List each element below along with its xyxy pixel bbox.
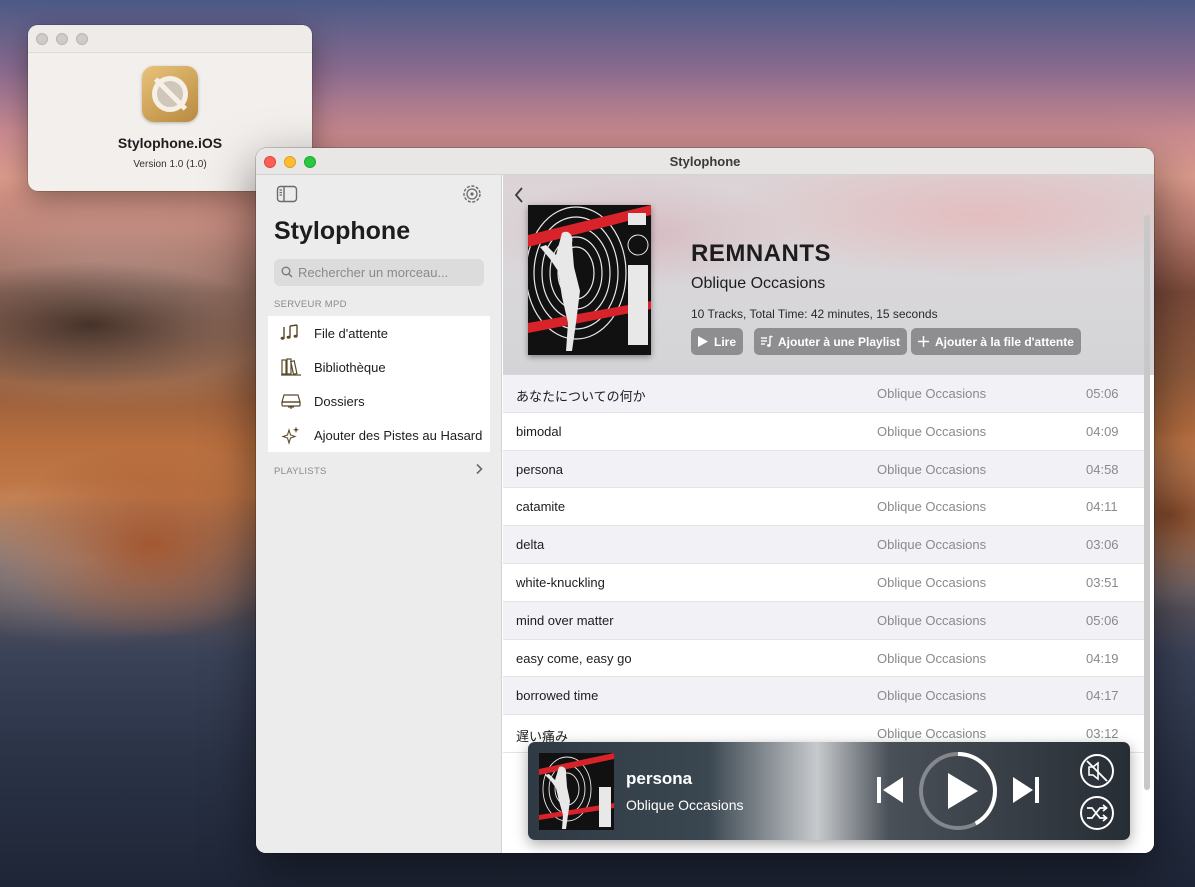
track-row[interactable]: borrowed time Oblique Occasions 04:17 (503, 677, 1144, 716)
track-title: mind over matter (516, 612, 614, 628)
track-artist: Oblique Occasions (877, 612, 987, 628)
next-track-icon[interactable] (1010, 774, 1042, 806)
album-cover (528, 205, 651, 355)
album-view: REMNANTS Oblique Occasions 10 Tracks, To… (503, 175, 1154, 853)
track-row[interactable]: あなたについての何か Oblique Occasions 05:06 (503, 375, 1144, 413)
about-minimize-button[interactable] (56, 33, 68, 45)
track-duration: 04:19 (1086, 650, 1119, 666)
track-duration: 03:51 (1086, 574, 1119, 590)
album-header: REMNANTS Oblique Occasions 10 Tracks, To… (503, 175, 1154, 375)
sidebar-item-label: File d'attente (314, 326, 389, 341)
track-duration: 04:58 (1086, 461, 1119, 477)
track-duration: 05:06 (1086, 386, 1119, 401)
album-meta: 10 Tracks, Total Time: 42 minutes, 15 se… (691, 307, 938, 321)
track-artist: Oblique Occasions (877, 688, 987, 704)
track-row[interactable]: catamite Oblique Occasions 04:11 (503, 488, 1144, 527)
sparkles-icon (281, 426, 299, 445)
play-button-label: Lire (714, 334, 737, 349)
track-row[interactable]: white-knuckling Oblique Occasions 03:51 (503, 564, 1144, 602)
track-duration: 04:11 (1086, 499, 1118, 515)
track-artist: Oblique Occasions (877, 423, 987, 439)
sidebar-toggle-icon[interactable] (276, 185, 298, 203)
back-chevron-icon[interactable] (513, 186, 525, 204)
track-artist: Oblique Occasions (877, 726, 987, 742)
sidebar-title: Stylophone (274, 217, 411, 245)
chevron-right-icon[interactable] (474, 463, 484, 475)
now-playing-title: persona (626, 769, 693, 788)
sidebar-item-label: Bibliothèque (314, 360, 386, 375)
window-titlebar: Stylophone (256, 148, 1154, 175)
track-artist: Oblique Occasions (877, 461, 987, 477)
track-duration: 03:06 (1086, 537, 1119, 553)
track-artist: Oblique Occasions (877, 386, 987, 401)
track-row[interactable]: mind over matter Oblique Occasions 05:06 (503, 601, 1144, 640)
search-icon (281, 266, 293, 278)
album-artist: Oblique Occasions (691, 275, 826, 292)
track-row[interactable]: bimodal Oblique Occasions 04:09 (503, 413, 1144, 451)
window-title: Stylophone (669, 154, 741, 169)
now-playing-cover (539, 753, 614, 830)
track-title: borrowed time (516, 688, 599, 704)
play-button[interactable]: Lire (691, 328, 744, 355)
now-playing-bar: persona Oblique Occasions (528, 742, 1130, 840)
server-section-label: SERVEUR MPD (274, 299, 347, 310)
track-duration: 04:17 (1086, 688, 1119, 704)
previous-track-icon[interactable] (874, 774, 906, 806)
album-title: REMNANTS (691, 240, 831, 267)
track-title: white-knuckling (516, 574, 605, 590)
sidebar-item-queue[interactable]: File d'attente (268, 316, 490, 350)
sidebar-item-label: Dossiers (314, 394, 365, 409)
track-row[interactable]: delta Oblique Occasions 03:06 (503, 526, 1144, 564)
track-row[interactable]: easy come, easy go Oblique Occasions 04:19 (503, 640, 1144, 678)
mute-volume-icon[interactable] (1079, 753, 1115, 789)
add-to-queue-button[interactable]: Ajouter à la file d'attente (911, 328, 1081, 355)
sidebar-item-library[interactable]: Bibliothèque (268, 350, 490, 384)
search-placeholder: Rechercher un morceau... (298, 265, 449, 280)
track-duration: 04:09 (1086, 423, 1119, 439)
music-notes-icon (280, 324, 298, 340)
plus-icon (918, 336, 929, 347)
sidebar-item-label: Ajouter des Pistes au Hasard (314, 428, 483, 443)
books-icon (281, 358, 301, 376)
sidebar-item-folders[interactable]: Dossiers (268, 384, 490, 418)
search-input[interactable]: Rechercher un morceau... (274, 259, 484, 286)
track-duration: 05:06 (1086, 612, 1119, 628)
play-icon (948, 773, 978, 809)
now-playing-artist: Oblique Occasions (626, 797, 744, 813)
track-list: あなたについての何か Oblique Occasions 05:06 bimodal… (503, 375, 1144, 753)
settings-gear-icon[interactable] (462, 184, 482, 204)
track-row[interactable]: persona Oblique Occasions 04:58 (503, 450, 1144, 489)
sidebar-nav: File d'attente Bibliothèque Dossiers Ajo… (268, 316, 490, 452)
shuffle-icon[interactable] (1079, 795, 1115, 831)
about-close-button[interactable] (36, 33, 48, 45)
add-to-playlist-button[interactable]: Ajouter à une Playlist (754, 328, 908, 355)
about-zoom-button[interactable] (76, 33, 88, 45)
add-to-playlist-label: Ajouter à une Playlist (778, 334, 901, 349)
playlists-section-label: PLAYLISTS (274, 466, 327, 477)
app-icon (142, 66, 198, 122)
main-window: Stylophone Stylophone Rechercher un morc… (256, 148, 1154, 853)
scrollbar[interactable] (1144, 215, 1150, 790)
track-title: easy come, easy go (516, 650, 632, 666)
track-artist: Oblique Occasions (877, 537, 987, 553)
play-icon (698, 336, 708, 347)
track-title: delta (516, 537, 545, 553)
add-to-queue-label: Ajouter à la file d'attente (935, 334, 1074, 349)
track-duration: 03:12 (1086, 726, 1119, 742)
sidebar-item-random[interactable]: Ajouter des Pistes au Hasard (268, 418, 490, 452)
play-pause-button[interactable] (917, 750, 999, 832)
track-title: bimodal (516, 423, 562, 439)
drive-icon (281, 394, 301, 409)
track-artist: Oblique Occasions (877, 574, 987, 590)
about-titlebar (28, 25, 312, 53)
track-title: catamite (516, 499, 566, 515)
sidebar: Stylophone Rechercher un morceau... SERV… (256, 175, 502, 853)
track-title: あなたについての何か (516, 389, 646, 404)
track-artist: Oblique Occasions (877, 650, 987, 666)
track-title: persona (516, 461, 563, 477)
playlist-add-icon (761, 335, 773, 347)
track-artist: Oblique Occasions (877, 499, 987, 515)
